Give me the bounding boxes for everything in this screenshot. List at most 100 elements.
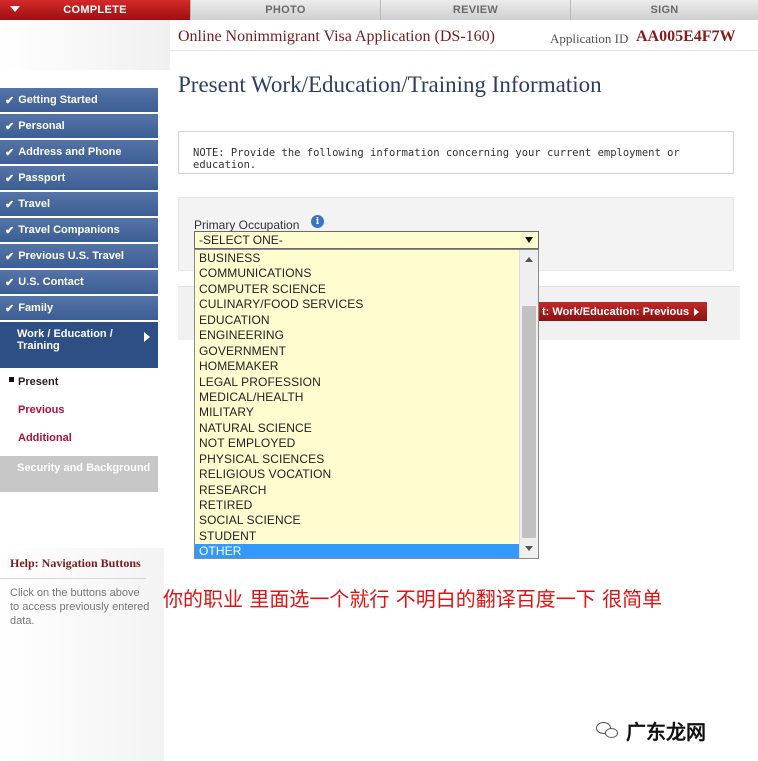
sidebar-item-label: Security and Background <box>17 462 151 474</box>
sidebar-item-label: Passport <box>18 172 66 184</box>
scrollbar-thumb[interactable] <box>522 306 536 538</box>
sidebar-item-label: Family <box>18 302 54 314</box>
info-icon[interactable]: i <box>311 215 324 228</box>
sidebar-item-travel-companions[interactable]: ✔ Travel Companions <box>0 218 158 242</box>
info-icon-glyph: i <box>315 216 320 227</box>
dropdown-option[interactable]: LEGAL PROFESSION <box>195 375 520 390</box>
dropdown-option[interactable]: MEDICAL/HEALTH <box>195 390 520 405</box>
scroll-up-icon[interactable] <box>525 257 533 262</box>
dropdown-option[interactable]: RETIRED <box>195 498 520 513</box>
chevron-down-icon <box>10 6 20 12</box>
tab-review-label: REVIEW <box>452 4 499 16</box>
help-text: Click on the buttons above to access pre… <box>10 587 150 627</box>
tab-review[interactable]: REVIEW <box>380 0 570 20</box>
dropdown-option[interactable]: STUDENT <box>195 529 520 544</box>
help-divider <box>0 578 146 579</box>
chevron-down-icon <box>525 237 533 243</box>
sidebar-subitem-present[interactable]: Present <box>0 368 158 396</box>
tab-sign[interactable]: SIGN <box>570 0 758 20</box>
sidebar-item-label: Address and Phone <box>18 146 122 158</box>
checkmark-icon: ✔ <box>5 250 15 263</box>
dropdown-option[interactable]: GOVERNMENT <box>195 344 520 359</box>
sidebar-item-personal[interactable]: ✔ Personal <box>0 114 158 138</box>
sidebar-item-us-contact[interactable]: ✔ U.S. Contact <box>0 270 158 294</box>
back-previous-button[interactable]: t: Work/Education: Previous <box>520 302 707 321</box>
watermark: 广东龙网 <box>596 716 706 745</box>
sidebar-item-security-background: Security and Background <box>0 456 158 492</box>
dropdown-option-highlighted[interactable]: OTHER <box>195 544 520 558</box>
sidebar-item-previous-us-travel[interactable]: ✔ Previous U.S. Travel <box>0 244 158 268</box>
help-title: Help: Navigation Buttons <box>10 556 141 570</box>
dropdown-option[interactable]: COMPUTER SCIENCE <box>195 282 520 297</box>
help-panel: Help: Navigation Buttons Click on the bu… <box>0 548 164 761</box>
dropdown-option[interactable]: SOCIAL SCIENCE <box>195 513 520 528</box>
wechat-icon <box>596 720 620 742</box>
select-value: -SELECT ONE- <box>199 233 283 247</box>
sidebar-subitem-additional[interactable]: Additional <box>0 424 158 452</box>
sidebar-item-label: Travel Companions <box>18 224 120 236</box>
dropdown-option[interactable]: RESEARCH <box>195 483 520 498</box>
sidebar-subitem-previous[interactable]: Previous <box>0 396 158 424</box>
sidebar-item-label: Previous U.S. Travel <box>18 250 124 262</box>
sidebar-item-label: Getting Started <box>18 94 98 106</box>
sidebar-nav: ✔ Getting Started ✔ Personal ✔ Address a… <box>0 88 158 492</box>
dropdown-option[interactable]: HOMEMAKER <box>195 359 520 374</box>
header-divider <box>170 50 758 51</box>
dropdown-option[interactable]: NOT EMPLOYED <box>195 436 520 451</box>
page-title: Present Work/Education/Training Informat… <box>178 72 602 97</box>
dropdown-option[interactable]: MILITARY <box>195 405 520 420</box>
note-box: NOTE: Provide the following information … <box>178 131 734 174</box>
chevron-right-icon <box>694 307 700 316</box>
application-id-label: Application ID <box>550 31 629 46</box>
sidebar-item-family[interactable]: ✔ Family <box>0 296 158 320</box>
tab-photo[interactable]: PHOTO <box>190 0 380 20</box>
annotation-text: 你的职业 里面选一个就行 不明白的翻译百度一下 很简单 <box>163 587 663 611</box>
back-previous-button-label: t: Work/Education: Previous <box>542 305 690 318</box>
progress-tabs: COMPLETE PHOTO REVIEW SIGN <box>0 0 758 20</box>
checkmark-icon: ✔ <box>5 302 15 315</box>
sidebar-item-travel[interactable]: ✔ Travel <box>0 192 158 216</box>
checkmark-icon: ✔ <box>5 276 15 289</box>
sidebar-item-label: U.S. Contact <box>18 276 84 288</box>
checkmark-icon: ✔ <box>5 198 15 211</box>
sidebar-subitem-label: Previous <box>18 404 65 416</box>
note-text: NOTE: Provide the following information … <box>193 147 680 171</box>
dropdown-option[interactable]: COMMUNICATIONS <box>195 266 520 281</box>
tab-sign-label: SIGN <box>650 4 679 16</box>
dropdown-option[interactable]: RELIGIOUS VOCATION <box>195 467 520 482</box>
checkmark-icon: ✔ <box>5 94 15 107</box>
sidebar-item-address-phone[interactable]: ✔ Address and Phone <box>0 140 158 164</box>
dropdown-option[interactable]: NATURAL SCIENCE <box>195 421 520 436</box>
watermark-text: 广东龙网 <box>626 720 706 744</box>
dropdown-option[interactable]: ENGINEERING <box>195 328 520 343</box>
tab-photo-label: PHOTO <box>265 4 306 16</box>
dropdown-option[interactable]: BUSINESS <box>195 251 520 266</box>
primary-occupation-select[interactable]: -SELECT ONE- <box>194 231 539 249</box>
sidebar-item-getting-started[interactable]: ✔ Getting Started <box>0 88 158 112</box>
checkmark-icon: ✔ <box>5 146 15 159</box>
application-id-value: AA005E4F7W <box>636 28 736 45</box>
sidebar-item-label: Work / Education / Training <box>17 328 113 352</box>
dropdown-option[interactable]: PHYSICAL SCIENCES <box>195 452 520 467</box>
occupation-dropdown-list: BUSINESS COMMUNICATIONS COMPUTER SCIENCE… <box>194 249 539 559</box>
dropdown-scrollbar[interactable] <box>519 250 538 558</box>
sidebar-item-passport[interactable]: ✔ Passport <box>0 166 158 190</box>
sidebar-item-work-education-training[interactable]: Work / Education / Training <box>0 322 158 368</box>
dropdown-option[interactable]: EDUCATION <box>195 313 520 328</box>
tab-complete-label: COMPLETE <box>63 4 127 16</box>
chevron-right-icon <box>144 332 150 342</box>
bullet-icon <box>9 377 14 382</box>
header-left-panel <box>0 20 170 70</box>
app-title: Online Nonimmigrant Visa Application (DS… <box>178 28 495 45</box>
checkmark-icon: ✔ <box>5 172 15 185</box>
sidebar-subitem-label: Additional <box>18 432 72 444</box>
checkmark-icon: ✔ <box>5 120 15 133</box>
sidebar-item-label: Personal <box>18 120 65 132</box>
checkmark-icon: ✔ <box>5 224 15 237</box>
primary-occupation-label: Primary Occupation <box>194 218 300 232</box>
dropdown-option[interactable]: CULINARY/FOOD SERVICES <box>195 297 520 312</box>
scroll-down-icon[interactable] <box>525 546 533 551</box>
sidebar-item-label: Travel <box>18 198 51 210</box>
tab-complete[interactable]: COMPLETE <box>0 0 190 20</box>
sidebar-subitem-label: Present <box>18 376 59 388</box>
